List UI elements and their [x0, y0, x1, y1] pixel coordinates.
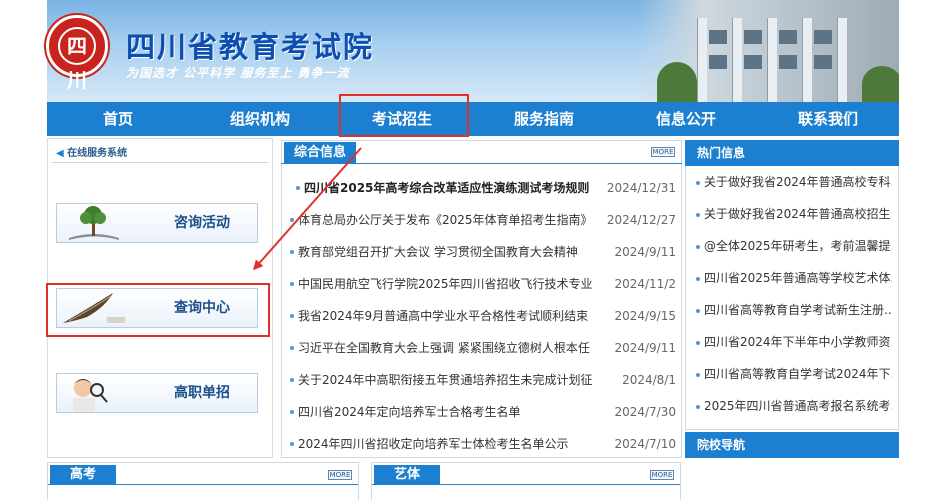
- service-label: 高职单招: [174, 385, 230, 401]
- hot-item[interactable]: 2025年四川省普通高考报名系统考...: [696, 396, 892, 416]
- bullet-icon: [696, 308, 700, 313]
- bullet-icon: [696, 372, 700, 377]
- hot-item[interactable]: @全体2025年研考生，考前温馨提...: [696, 236, 892, 256]
- tree-book-icon: [57, 204, 131, 242]
- news-title[interactable]: 中国民用航空飞行学院2025年四川省招收飞行技术专业: [298, 274, 593, 294]
- tab-art-sports[interactable]: 艺体: [374, 465, 440, 485]
- nav-home[interactable]: 首页: [47, 102, 189, 136]
- news-title[interactable]: 四川省2025年高考综合改革适应性演练测试考场规则: [304, 178, 589, 198]
- hot-item[interactable]: 关于做好我省2024年普通高校专科...: [696, 172, 892, 192]
- news-date: 2024/8/1: [622, 373, 676, 387]
- megaphone-icon: ◀: [56, 148, 68, 159]
- nav-highlight-box: [339, 94, 469, 137]
- news-title[interactable]: 习近平在全国教育大会上强调 紧紧围绕立德树人根本任: [298, 338, 590, 358]
- news-item[interactable]: 四川省2024年定向培养军士合格考生名单 2024/7/30: [290, 402, 676, 422]
- site-title: 四川省教育考试院: [126, 30, 375, 64]
- news-title[interactable]: 四川省2024年定向培养军士合格考生名单: [298, 402, 521, 422]
- hot-item[interactable]: 关于做好我省2024年普通高校招生...: [696, 204, 892, 224]
- news-title[interactable]: 2024年四川省招收定向培养军士体检考生名单公示: [298, 434, 569, 454]
- building-image: [637, 0, 899, 102]
- news-item[interactable]: 教育部党组召开扩大会议 学习贯彻全国教育大会精神 2024/9/11: [290, 242, 676, 262]
- nav-organization[interactable]: 组织机构: [189, 102, 331, 136]
- bullet-icon: [290, 250, 294, 254]
- bullet-icon: [696, 340, 700, 345]
- bullet-icon: [290, 442, 294, 446]
- news-item[interactable]: 习近平在全国教育大会上强调 紧紧围绕立德树人根本任 2024/9/11: [290, 338, 676, 358]
- hot-item[interactable]: 四川省2024年下半年中小学教师资...: [696, 332, 892, 352]
- news-date: 2024/7/30: [614, 405, 676, 419]
- bullet-icon: [696, 244, 700, 249]
- bullet-icon: [696, 404, 700, 409]
- bullet-icon: [290, 346, 294, 350]
- news-item[interactable]: 2024年四川省招收定向培养军士体检考生名单公示 2024/7/10: [290, 434, 676, 454]
- bullet-icon: [290, 282, 294, 286]
- news-date: 2024/12/27: [606, 213, 676, 227]
- logo-text: 四川: [58, 27, 96, 92]
- news-title[interactable]: 我省2024年9月普通高中学业水平合格性考试顺利结束: [298, 306, 588, 326]
- student-magnifier-icon: [57, 374, 131, 412]
- service-vocational-admission[interactable]: 高职单招: [56, 373, 258, 413]
- news-date: 2024/9/15: [614, 309, 676, 323]
- online-services-title: ◀ 在线服务系统: [56, 148, 128, 159]
- news-item[interactable]: 体育总局办公厅关于发布《2025年体育单招考生指南》 2024/12/27: [290, 210, 676, 230]
- bullet-icon: [290, 378, 294, 382]
- news-title[interactable]: 关于2024年中高职衔接五年贯通培养招生未完成计划征: [298, 370, 593, 390]
- hot-item[interactable]: 四川省高等教育自学考试新生注册...: [696, 300, 892, 320]
- gaokao-more-button[interactable]: MORE: [328, 470, 352, 480]
- tab-comprehensive-info[interactable]: 综合信息: [284, 142, 356, 164]
- news-item[interactable]: 我省2024年9月普通高中学业水平合格性考试顺利结束 2024/9/15: [290, 306, 676, 326]
- hot-info-title: 热门信息: [685, 140, 899, 166]
- query-center-highlight-box: [46, 283, 270, 337]
- news-date: 2024/12/31: [606, 181, 676, 195]
- news-item[interactable]: 关于2024年中高职衔接五年贯通培养招生未完成计划征 2024/8/1: [290, 370, 676, 390]
- news-title[interactable]: 体育总局办公厅关于发布《2025年体育单招考生指南》: [298, 210, 593, 230]
- news-item[interactable]: 四川省2025年高考综合改革适应性演练测试考场规则 2024/12/31: [290, 178, 676, 198]
- art-sports-section: 艺体 MORE: [371, 462, 681, 500]
- news-more-button[interactable]: MORE: [651, 147, 675, 157]
- news-date: 2024/7/10: [614, 437, 676, 451]
- news-title[interactable]: 教育部党组召开扩大会议 学习贯彻全国教育大会精神: [298, 242, 578, 262]
- bullet-icon: [290, 218, 294, 222]
- news-date: 2024/11/2: [614, 277, 676, 291]
- logo[interactable]: 四川: [46, 15, 108, 92]
- nav-info-public[interactable]: 信息公开: [615, 102, 757, 136]
- main-nav: 首页 组织机构 考试招生 服务指南 信息公开 联系我们: [47, 102, 899, 136]
- bullet-icon: [296, 186, 300, 190]
- nav-service-guide[interactable]: 服务指南: [473, 102, 615, 136]
- bullet-icon: [696, 180, 700, 185]
- bullet-icon: [696, 276, 700, 281]
- tab-gaokao[interactable]: 高考: [50, 465, 116, 485]
- hot-item[interactable]: 四川省2025年普通高等学校艺术体...: [696, 268, 892, 288]
- service-label: 咨询活动: [174, 215, 230, 231]
- bullet-icon: [290, 314, 294, 318]
- divider: [52, 162, 268, 163]
- bullet-icon: [696, 212, 700, 217]
- news-date: 2024/9/11: [614, 245, 676, 259]
- news-item[interactable]: 中国民用航空飞行学院2025年四川省招收飞行技术专业 2024/11/2: [290, 274, 676, 294]
- bullet-icon: [290, 410, 294, 414]
- art-sports-more-button[interactable]: MORE: [650, 470, 674, 480]
- hot-item[interactable]: 四川省高等教育自学考试2024年下...: [696, 364, 892, 384]
- gaokao-section: 高考 MORE: [47, 462, 359, 500]
- news-date: 2024/9/11: [614, 341, 676, 355]
- service-consult-activity[interactable]: 咨询活动: [56, 203, 258, 243]
- nav-contact[interactable]: 联系我们: [757, 102, 899, 136]
- slogan: 为国选才 公平科学 服务至上 勇争一流: [126, 66, 350, 80]
- school-nav-title[interactable]: 院校导航: [685, 432, 899, 458]
